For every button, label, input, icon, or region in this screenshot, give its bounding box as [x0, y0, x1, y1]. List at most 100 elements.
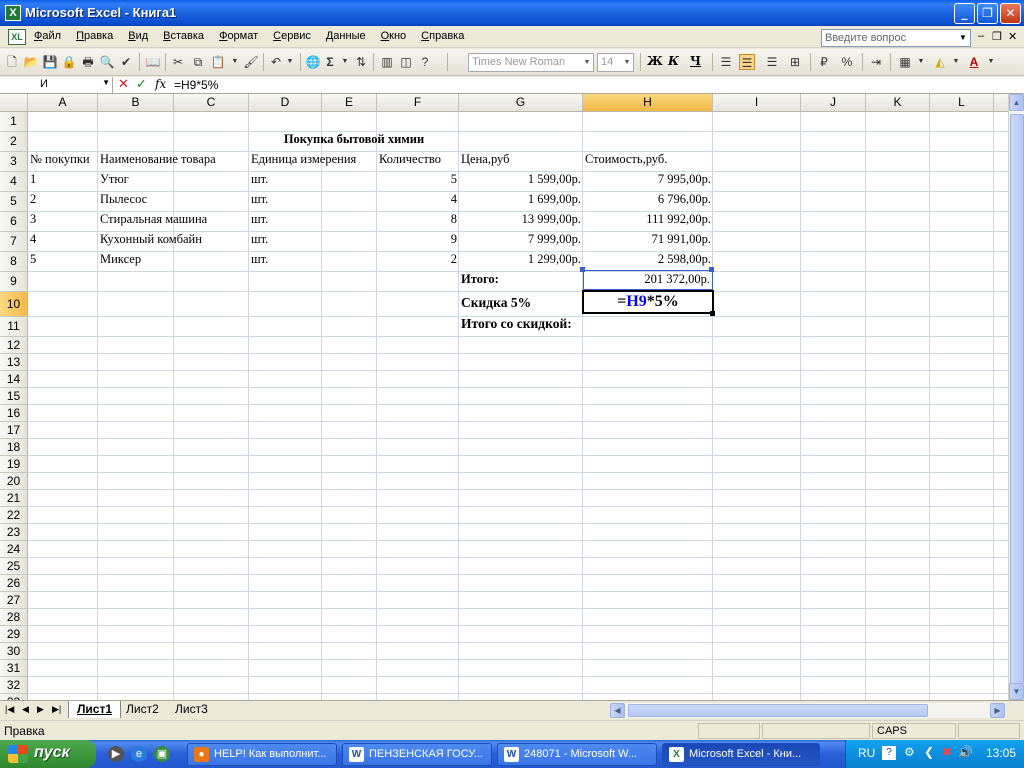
workbook-minimize-button[interactable]: – [978, 30, 984, 42]
column-header-j[interactable]: J [801, 94, 866, 112]
column-header-c[interactable]: C [174, 94, 249, 112]
print-preview-icon[interactable]: 🔍 [99, 54, 115, 70]
row-header[interactable]: 25 [0, 558, 28, 575]
discount-label[interactable]: Скидка 5% [459, 295, 533, 311]
select-all-corner[interactable] [0, 94, 28, 112]
cost[interactable]: 7 995,00р. [583, 172, 713, 187]
drawing-icon[interactable]: ◫ [398, 54, 414, 70]
cost[interactable]: 6 796,00р. [583, 192, 713, 207]
help-search-input[interactable]: Введите вопрос ▼ [821, 29, 971, 47]
borders-icon[interactable]: ▦ [897, 54, 913, 70]
percent-button[interactable]: % [839, 54, 855, 70]
product-name[interactable]: Кухонный комбайн [98, 232, 204, 247]
task-word-document[interactable]: W ПЕНЗЕНСКАЯ ГОСУ... [342, 743, 492, 766]
media-player-icon[interactable]: ▶ [108, 746, 124, 762]
product-name[interactable]: Стиральная машина [98, 212, 209, 227]
row-header[interactable]: 10 [0, 292, 28, 317]
scroll-down-icon[interactable]: ▼ [1009, 683, 1024, 700]
row-header[interactable]: 23 [0, 524, 28, 541]
start-button[interactable]: пуск [0, 740, 96, 768]
previous-sheet-icon[interactable]: ◀ [22, 704, 29, 715]
quantity[interactable]: 8 [377, 212, 459, 227]
row-header[interactable]: 29 [0, 626, 28, 643]
back-arrow-icon[interactable]: ❮ [924, 745, 934, 759]
quantity[interactable]: 5 [377, 172, 459, 187]
workbook-restore-button[interactable]: ❐ [992, 30, 1002, 43]
align-right-icon[interactable]: ☰ [764, 54, 780, 70]
total-with-discount-label[interactable]: Итого со скидкой: [459, 316, 574, 332]
font-size-select[interactable]: 14 ▼ [597, 53, 634, 72]
menu-tools[interactable]: Сервис [273, 30, 311, 42]
settings-icon[interactable]: ⚙ [904, 745, 915, 759]
format-painter-icon[interactable]: 🖌 [243, 54, 259, 70]
cost[interactable]: 111 992,00р. [583, 212, 713, 227]
row-header[interactable]: 2 [0, 132, 28, 152]
paste-icon[interactable]: 📋 [210, 54, 226, 70]
cut-icon[interactable]: ✂ [170, 54, 186, 70]
chart-wizard-icon[interactable]: ▥ [379, 54, 395, 70]
last-sheet-icon[interactable]: ▶| [52, 704, 61, 715]
row-header[interactable]: 13 [0, 354, 28, 371]
chevron-down-icon[interactable]: ▼ [282, 54, 298, 70]
volume-icon[interactable]: 🔊 [958, 745, 973, 759]
workbook-close-button[interactable]: ✕ [1008, 30, 1017, 43]
unit[interactable]: шт. [249, 172, 270, 187]
cancel-edit-icon[interactable]: ✕ [118, 77, 129, 92]
currency-icon[interactable]: ₽ [816, 54, 832, 70]
fill-color-icon[interactable]: ◭ [932, 54, 948, 70]
font-color-icon[interactable]: A [966, 54, 982, 70]
purchase-number[interactable]: 4 [28, 232, 38, 247]
header-purchase-number[interactable]: № покупки [28, 152, 92, 167]
tab-sheet2[interactable]: Лист2 [118, 701, 167, 718]
row-header[interactable]: 11 [0, 317, 28, 337]
insert-function-icon[interactable]: fx [155, 77, 166, 91]
row-header[interactable]: 1 [0, 112, 28, 132]
row-header[interactable]: 3 [0, 152, 28, 172]
row-header[interactable]: 17 [0, 422, 28, 439]
column-header-h[interactable]: H [583, 94, 713, 112]
title-bar[interactable]: X Microsoft Excel - Книга1 _ ❐ ✕ [0, 0, 1024, 26]
cost[interactable]: 2 598,00р. [583, 252, 713, 267]
menu-data[interactable]: Данные [326, 30, 366, 42]
cost[interactable]: 71 991,00р. [583, 232, 713, 247]
scroll-left-icon[interactable]: ◀ [610, 703, 625, 718]
excel-app-icon[interactable]: X [5, 5, 21, 21]
quantity[interactable]: 2 [377, 252, 459, 267]
price[interactable]: 1 699,00р. [459, 192, 583, 207]
unit[interactable]: шт. [249, 212, 270, 227]
unit[interactable]: шт. [249, 192, 270, 207]
menu-window[interactable]: Окно [381, 30, 407, 42]
menu-insert[interactable]: Вставка [163, 30, 204, 42]
row-header[interactable]: 20 [0, 473, 28, 490]
name-box[interactable]: И ▼ [0, 77, 113, 94]
next-sheet-icon[interactable]: ▶ [37, 704, 44, 715]
product-name[interactable]: Миксер [98, 252, 143, 267]
tab-sheet3[interactable]: Лист3 [167, 701, 216, 718]
product-name[interactable]: Пылесос [98, 192, 149, 207]
row-header[interactable]: 31 [0, 660, 28, 677]
horizontal-scroll-thumb[interactable] [628, 704, 928, 717]
merge-center-icon[interactable]: ⊞ [787, 54, 803, 70]
chevron-down-icon[interactable]: ▼ [621, 54, 633, 71]
chevron-down-icon[interactable]: ▼ [956, 30, 970, 46]
row-header[interactable]: 22 [0, 507, 28, 524]
task-word-248071[interactable]: W 248071 - Microsoft W... [497, 743, 657, 766]
unit[interactable]: шт. [249, 252, 270, 267]
help-icon[interactable]: ? [417, 54, 433, 70]
header-cost[interactable]: Стоимость,руб. [583, 152, 669, 167]
minimize-button[interactable]: _ [954, 3, 975, 24]
chevron-down-icon[interactable]: ▼ [227, 54, 243, 70]
purchase-number[interactable]: 2 [28, 192, 38, 207]
help-icon[interactable]: ? [882, 746, 896, 760]
horizontal-scrollbar[interactable]: ◀ ▶ [610, 703, 1006, 718]
purchase-number[interactable]: 1 [28, 172, 38, 187]
chevron-down-icon[interactable]: ▼ [102, 78, 110, 87]
price[interactable]: 1 299,00р. [459, 252, 583, 267]
antivirus-icon[interactable]: ✖ [942, 745, 952, 759]
align-center-icon[interactable]: ☰ [739, 54, 755, 70]
total-value[interactable]: 201 372,00р. [583, 270, 713, 290]
column-header-a[interactable]: A [28, 94, 98, 112]
row-header[interactable]: 21 [0, 490, 28, 507]
row-header[interactable]: 30 [0, 643, 28, 660]
tab-sheet1[interactable]: Лист1 [68, 701, 122, 718]
